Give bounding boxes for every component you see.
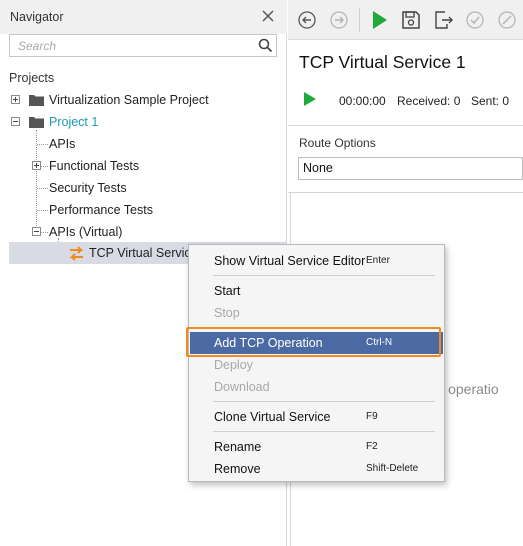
menu-label: Stop xyxy=(214,306,240,320)
menu-item-start[interactable]: Start xyxy=(190,280,443,302)
menu-separator xyxy=(213,431,435,432)
tree-line xyxy=(41,232,48,233)
back-icon[interactable] xyxy=(296,9,318,31)
forward-icon[interactable] xyxy=(328,9,350,31)
tree-item-tcp-virtual-service[interactable]: TCP Virtual Service xyxy=(89,243,198,263)
tree-item-apis[interactable]: APIs xyxy=(49,134,75,154)
export-icon[interactable] xyxy=(432,9,454,31)
tree-line xyxy=(37,144,48,145)
menu-label: Remove xyxy=(214,462,261,476)
menu-label: Deploy xyxy=(214,358,253,372)
expand-icon[interactable] xyxy=(32,161,41,170)
menu-item-rename[interactable]: Rename F2 xyxy=(190,436,443,458)
collapse-icon[interactable] xyxy=(11,117,20,126)
sent-count: Sent: 0 xyxy=(471,94,510,108)
page-title: TCP Virtual Service 1 xyxy=(299,52,466,72)
menu-shortcut: Enter xyxy=(366,255,390,266)
menu-label: Rename xyxy=(214,440,262,454)
projects-label: Projects xyxy=(9,71,55,85)
tree-item-apis-virtual[interactable]: APIs (Virtual) xyxy=(49,222,122,242)
route-options-label: Route Options xyxy=(299,136,376,150)
menu-item-deploy: Deploy xyxy=(190,354,443,376)
folder-icon xyxy=(29,95,44,106)
collapse-icon[interactable] xyxy=(32,227,41,236)
tree-item-performance-tests[interactable]: Performance Tests xyxy=(49,200,153,220)
navigator-title: Navigator xyxy=(10,10,64,24)
menu-label: Download xyxy=(214,380,270,394)
close-icon[interactable] xyxy=(261,9,275,23)
virtual-service-icon xyxy=(69,246,84,261)
tree-line xyxy=(36,130,37,230)
menu-separator xyxy=(213,275,435,276)
tree-item-functional-tests[interactable]: Functional Tests xyxy=(49,156,139,176)
menu-item-download: Download xyxy=(190,376,443,398)
folder-icon xyxy=(29,117,44,128)
start-service-icon[interactable] xyxy=(303,92,317,106)
menu-shortcut: F9 xyxy=(366,411,378,422)
menu-item-remove[interactable]: Remove Shift-Delete xyxy=(190,458,443,480)
tree-item-security-tests[interactable]: Security Tests xyxy=(49,178,127,198)
menu-label: Clone Virtual Service xyxy=(214,410,331,424)
menu-item-show-editor[interactable]: Show Virtual Service Editor Enter xyxy=(190,250,443,272)
search-box[interactable] xyxy=(9,34,277,57)
menu-shortcut: Shift-Delete xyxy=(366,463,419,474)
menu-item-clone-virtual-service[interactable]: Clone Virtual Service F9 xyxy=(190,406,443,428)
tree-line xyxy=(41,166,48,167)
save-icon[interactable] xyxy=(400,9,422,31)
cancel-icon[interactable] xyxy=(496,9,518,31)
callout-highlight xyxy=(186,327,441,357)
search-input[interactable] xyxy=(10,35,250,56)
menu-label: Start xyxy=(214,284,241,298)
menu-item-stop: Stop xyxy=(190,302,443,324)
route-options-select[interactable]: None xyxy=(298,157,523,180)
toolbar-separator xyxy=(359,8,360,32)
menu-separator xyxy=(213,401,435,402)
expand-icon[interactable] xyxy=(11,95,20,104)
received-count: Received: 0 xyxy=(397,94,461,108)
tree-item-virtualization-sample-project[interactable]: Virtualization Sample Project xyxy=(49,90,209,110)
navigator-header: Navigator xyxy=(0,0,287,34)
divider xyxy=(288,125,523,126)
context-menu: Show Virtual Service Editor Enter Start … xyxy=(188,244,445,482)
search-icon[interactable] xyxy=(258,38,273,53)
tree-line xyxy=(37,188,48,189)
check-icon[interactable] xyxy=(464,9,486,31)
menu-label: Show Virtual Service Editor xyxy=(214,254,366,268)
editor-toolbar xyxy=(288,0,523,40)
tree-item-project-1[interactable]: Project 1 xyxy=(49,112,98,132)
elapsed-time: 00:00:00 xyxy=(339,94,386,108)
menu-shortcut: F2 xyxy=(366,441,378,452)
play-icon[interactable] xyxy=(368,9,390,31)
tree-line xyxy=(37,210,48,211)
